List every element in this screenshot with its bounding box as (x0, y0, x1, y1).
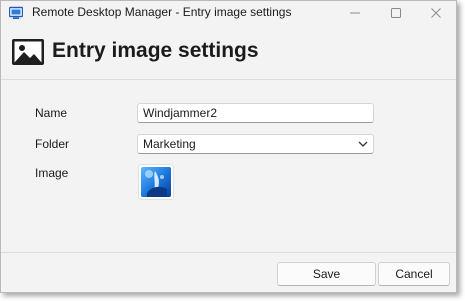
minimize-icon (350, 12, 360, 14)
name-field[interactable] (137, 103, 374, 123)
maximize-icon (391, 8, 401, 18)
cancel-button[interactable]: Cancel (378, 262, 450, 286)
title-bar[interactable]: Remote Desktop Manager - Entry image set… (1, 1, 456, 25)
close-button[interactable] (419, 1, 453, 25)
save-button[interactable]: Save (277, 262, 376, 286)
windjammer-image-thumbnail (141, 167, 171, 197)
dialog-footer: Save Cancel (1, 252, 456, 293)
minimize-button[interactable] (338, 1, 372, 25)
image-icon (12, 39, 44, 65)
entry-image-picker[interactable] (138, 164, 174, 200)
name-label: Name (35, 106, 68, 120)
remote-desktop-manager-icon (9, 6, 23, 19)
maximize-button[interactable] (379, 1, 413, 25)
entry-image-settings-window: Remote Desktop Manager - Entry image set… (0, 0, 457, 293)
chevron-down-icon (358, 141, 368, 147)
image-label: Image (35, 166, 69, 180)
page-title: Entry image settings (52, 39, 259, 62)
folder-select[interactable]: Marketing (137, 134, 374, 154)
dialog-header: Entry image settings (1, 25, 456, 80)
close-icon (431, 8, 441, 18)
window-title: Remote Desktop Manager - Entry image set… (32, 5, 292, 19)
folder-selected-value: Marketing (143, 137, 196, 151)
folder-label: Folder (35, 137, 70, 151)
